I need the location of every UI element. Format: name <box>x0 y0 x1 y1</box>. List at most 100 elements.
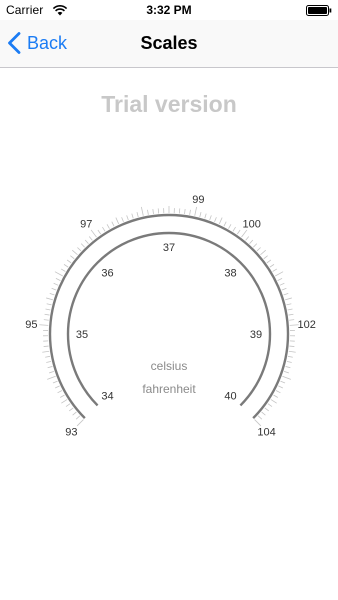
gauge-tick <box>218 217 223 225</box>
gauge-tick <box>70 255 75 260</box>
gauge-tick <box>47 375 56 380</box>
gauge-tick <box>106 224 110 229</box>
gauge-tick <box>80 243 85 248</box>
gauge-tick <box>53 282 59 286</box>
gauge-tick <box>51 287 57 291</box>
gauge-tick <box>115 217 120 225</box>
celsius-labels: 34 35 36 37 38 39 40 <box>76 242 262 403</box>
gauge-tick <box>121 217 124 223</box>
gauge-tick <box>55 278 61 281</box>
gauge-tick <box>257 415 263 420</box>
gauge-tick <box>256 247 261 252</box>
celsius-unit-label: celsius <box>151 359 188 373</box>
gauge-tick <box>75 415 81 420</box>
gauge-tick <box>77 247 82 252</box>
gauge-tick <box>281 287 287 291</box>
gauge-tick <box>223 221 227 227</box>
gauge-tick <box>66 259 72 264</box>
celsius-tick-label: 38 <box>224 267 236 279</box>
gauge-tick <box>283 371 289 374</box>
gauge-tick <box>194 206 198 216</box>
gauge-tick <box>111 221 115 227</box>
gauge-tick <box>54 385 60 389</box>
status-bar: Carrier 3:32 PM <box>0 0 338 20</box>
battery-icon <box>306 5 332 16</box>
gauge-tick <box>90 229 97 238</box>
gauge-tick <box>49 371 55 374</box>
gauge-tick <box>49 292 55 296</box>
gauge-tick <box>97 229 102 235</box>
gauge-tick <box>209 215 212 221</box>
gauge-tick <box>76 419 84 427</box>
gauge-tick <box>102 226 106 232</box>
gauge-tick <box>131 213 134 219</box>
gauge-tick <box>232 226 236 232</box>
gauge-tick <box>189 209 191 215</box>
gauge-tick <box>60 268 66 272</box>
gauge-tick <box>284 297 292 301</box>
gauge-tick <box>43 319 49 321</box>
gauge-tick <box>288 350 296 353</box>
gauge-tick <box>254 419 262 427</box>
gauge-tick <box>287 308 293 311</box>
thermometer-gauge: 93 95 97 99 100 102 104 34 35 36 37 38 39 40 celsius… <box>25 194 316 439</box>
gauge-tick <box>39 324 49 326</box>
gauge-tick <box>278 385 284 389</box>
gauge-tick <box>199 212 202 218</box>
gauge-tick <box>45 308 51 311</box>
fahrenheit-unit-label: fahrenheit <box>142 382 196 396</box>
gauge-tick <box>275 271 284 277</box>
fahrenheit-tick-label: 95 <box>25 319 37 331</box>
gauge-tick <box>287 355 293 358</box>
gauge-tick <box>63 264 69 268</box>
gauge-tick <box>273 394 279 398</box>
gauge-tick <box>45 355 51 358</box>
gauge-tick <box>261 411 266 416</box>
gauge-tick <box>140 206 144 216</box>
gauge-tick <box>46 361 52 363</box>
gauge-tick <box>279 282 285 286</box>
gauge-tick <box>88 236 93 241</box>
gauge-tick <box>136 212 139 218</box>
page-title: Scales <box>140 33 198 53</box>
gauge-tick <box>184 208 186 215</box>
gauge-tick <box>289 345 295 347</box>
gauge-tick <box>68 407 74 412</box>
fahrenheit-tick-label: 100 <box>243 219 261 231</box>
celsius-tick-label: 36 <box>101 267 113 279</box>
fahrenheit-tick-label: 102 <box>297 319 315 331</box>
gauge-tick <box>283 292 289 296</box>
gauge-tick <box>84 239 89 244</box>
gauge-tick <box>269 264 275 268</box>
gauge-tick <box>277 278 283 281</box>
gauge-tick <box>288 313 294 316</box>
gauge-tick <box>61 399 68 404</box>
gauge-tick <box>47 366 53 369</box>
celsius-tick-label: 40 <box>224 391 236 403</box>
fahrenheit-tick-label: 104 <box>257 427 275 439</box>
navigation-bar: Back Scales <box>0 20 338 68</box>
gauge-tick <box>152 208 154 215</box>
trial-version-label: Trial version <box>101 91 237 117</box>
gauge-tick <box>264 407 270 412</box>
gauge-tick <box>286 361 292 363</box>
gauge-tick <box>270 399 277 404</box>
gauge-tick <box>59 394 65 398</box>
gauge-tick <box>65 403 71 407</box>
gauge-tick <box>46 297 54 301</box>
gauge-tick <box>54 271 63 277</box>
fahrenheit-tick-label: 97 <box>80 219 92 231</box>
gauge-tick <box>228 224 232 229</box>
celsius-tick-label: 34 <box>101 391 113 403</box>
celsius-tick-label: 37 <box>163 242 175 254</box>
gauge-tick <box>267 403 273 407</box>
gauge-tick <box>46 303 52 306</box>
gauge-tick <box>52 380 58 384</box>
gauge-tick <box>71 249 78 256</box>
celsius-tick-label: 35 <box>76 329 88 341</box>
gauge-tick <box>272 268 278 272</box>
gauge-tick <box>236 229 241 235</box>
gauge-tick <box>147 209 149 215</box>
gauge-tick <box>249 239 254 244</box>
gauge-tick <box>275 390 281 394</box>
